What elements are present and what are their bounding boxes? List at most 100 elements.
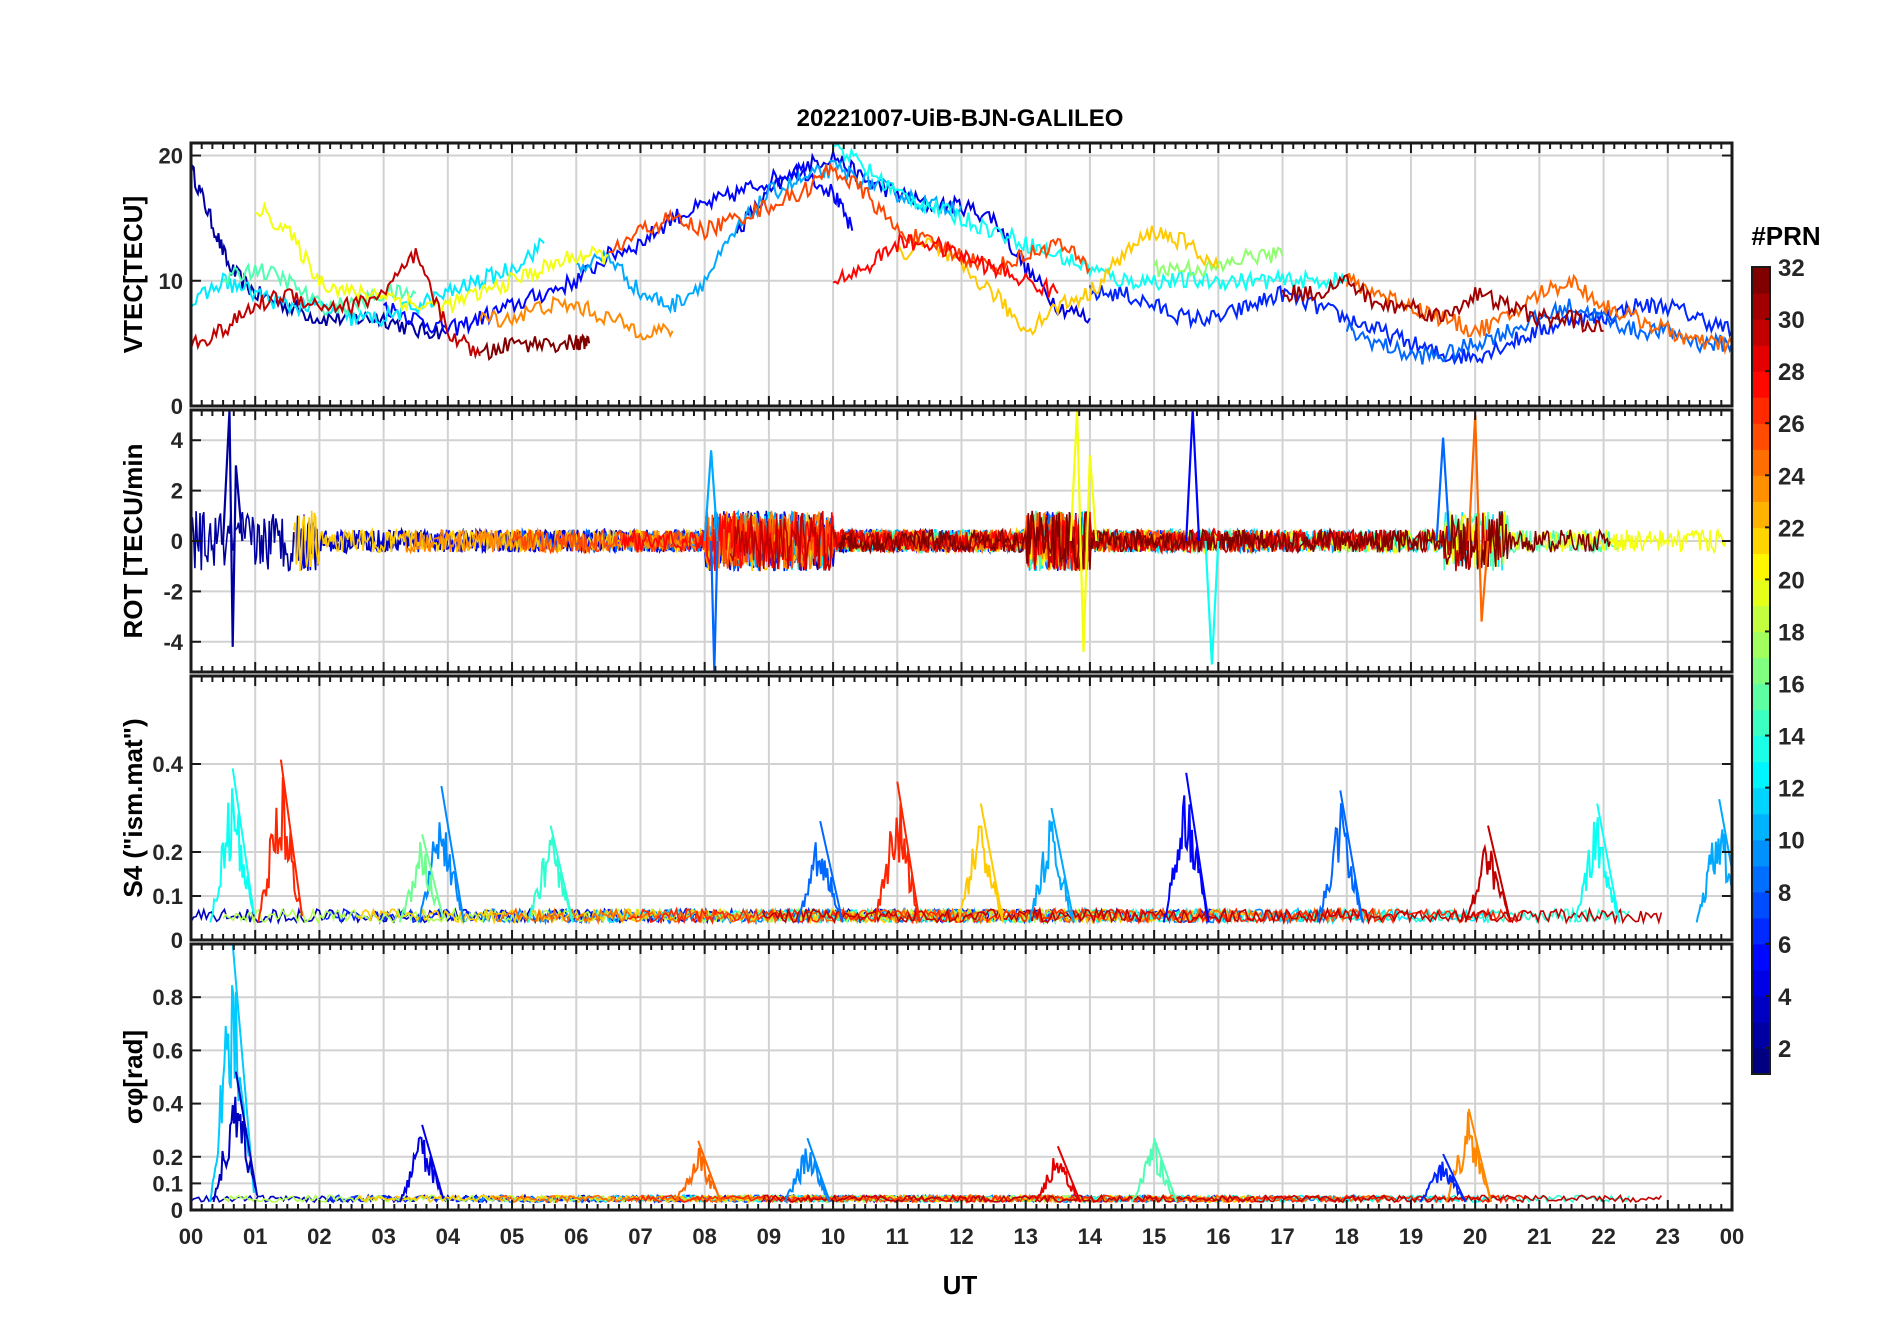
x-tick-label: 00 xyxy=(179,1224,203,1249)
y-tick-label: 0.2 xyxy=(152,1145,183,1170)
y-tick-label: -4 xyxy=(163,630,183,655)
x-tick-label: 00 xyxy=(1720,1224,1744,1249)
x-tick-label: 14 xyxy=(1078,1224,1103,1249)
vtec-line-prn-32 xyxy=(479,333,591,362)
colorbar-segment xyxy=(1752,293,1770,320)
colorbar-segment xyxy=(1752,943,1770,971)
sigma_phi-peak-prn-9 xyxy=(783,1137,831,1203)
s4-peak-prn-5 xyxy=(1162,772,1210,923)
y-tick-label: 0.4 xyxy=(152,752,183,777)
y-tick-label: 0.2 xyxy=(152,840,183,865)
colorbar-segment xyxy=(1752,579,1770,607)
colorbar-tick-label: 28 xyxy=(1778,359,1805,386)
x-tick-label: 20 xyxy=(1463,1224,1487,1249)
colorbar-segment xyxy=(1752,813,1770,841)
colorbar-segment xyxy=(1752,1021,1770,1049)
y-tick-label: 4 xyxy=(171,428,184,453)
x-tick-label: 12 xyxy=(949,1224,973,1249)
colorbar-segment xyxy=(1752,969,1770,997)
colorbar-tick-label: 22 xyxy=(1778,515,1805,542)
y-tick-label: 0.6 xyxy=(152,1038,183,1063)
colorbar-segment xyxy=(1752,501,1770,528)
colorbar-segment xyxy=(1752,657,1770,685)
s4-peak-prn-10 xyxy=(1695,799,1732,923)
colorbar-tick-label: 8 xyxy=(1778,880,1791,907)
colorbar-tick-label: 14 xyxy=(1778,724,1805,751)
colorbar-tick-label: 32 xyxy=(1778,255,1805,282)
y-tick-label: 2 xyxy=(171,479,183,504)
y-axis-label: σφ[rad] xyxy=(118,1030,148,1124)
y-tick-label: 20 xyxy=(159,144,183,169)
colorbar-tick-label: 12 xyxy=(1778,776,1805,803)
panels: 01020VTEC[TECU]-4-2024ROT [TECU/min00.10… xyxy=(118,141,1744,1249)
x-tick-label: 04 xyxy=(436,1224,461,1249)
vtec-line-prn-4 xyxy=(735,151,1091,324)
figure: 20221007-UiB-BJN-GALILEO 01020VTEC[TECU]… xyxy=(118,105,1821,1300)
rot-spike-prn-13 xyxy=(1204,540,1220,665)
colorbar-segment xyxy=(1752,267,1770,294)
s4-peak-prn-14 xyxy=(527,825,574,923)
s4-peak-prn-13 xyxy=(1573,803,1621,923)
s4-peak-prn-27 xyxy=(257,759,304,923)
panel-s4: 0 0.1 0.2 0.4S4 ("ism.mat") xyxy=(118,674,1734,953)
x-tick-label: 21 xyxy=(1527,1224,1551,1249)
colorbar-tick-label: 6 xyxy=(1778,932,1791,959)
colorbar-tick-label: 10 xyxy=(1778,828,1805,855)
colorbar-segment xyxy=(1752,553,1770,580)
x-tick-label: 01 xyxy=(243,1224,267,1249)
colorbar-segment xyxy=(1752,423,1770,450)
x-tick-label: 03 xyxy=(371,1224,395,1249)
colorbar-title: #PRN xyxy=(1751,221,1820,251)
sigma_phi-peak-prn-29 xyxy=(1034,1145,1082,1203)
s4-peak-prn-8 xyxy=(1316,790,1364,923)
y-tick-label: 0 xyxy=(171,1198,183,1223)
colorbar-segment xyxy=(1752,475,1770,502)
colorbar-tick-label: 26 xyxy=(1778,411,1805,438)
y-tick-label: 0 xyxy=(171,394,183,419)
x-tick-label: 11 xyxy=(886,1224,909,1249)
figure-title: 20221007-UiB-BJN-GALILEO xyxy=(797,105,1124,132)
colorbar-segment xyxy=(1752,995,1770,1023)
rot-spike-prn-10 xyxy=(703,450,719,542)
x-tick-label: 10 xyxy=(821,1224,845,1249)
colorbar-segment xyxy=(1752,631,1770,659)
panel-vtec: 0 10 20 VTEC[TECU] xyxy=(118,141,1734,419)
colorbar-segment xyxy=(1752,449,1770,476)
rot-spike-prn-8 xyxy=(1435,437,1451,542)
s4-peak-prn-22 xyxy=(957,803,1005,923)
x-tick-label: 06 xyxy=(564,1224,588,1249)
colorbar-tick-label: 30 xyxy=(1778,307,1805,334)
y-tick-label: 0.1 xyxy=(152,1171,183,1196)
y-tick-label: 10 xyxy=(159,269,183,294)
colorbar-tick-label: 18 xyxy=(1778,619,1805,646)
colorbar-segment xyxy=(1752,891,1770,919)
y-tick-label: 0.8 xyxy=(152,985,183,1010)
x-tick-label: 22 xyxy=(1591,1224,1615,1249)
x-tick-label: 08 xyxy=(692,1224,716,1249)
colorbar-tick-label: 16 xyxy=(1778,672,1805,699)
y-tick-label: 0 xyxy=(171,928,183,953)
y-axis-label: VTEC[TECU] xyxy=(118,196,148,353)
sigma_phi-peak-prn-4 xyxy=(398,1124,445,1203)
colorbar-segment xyxy=(1752,345,1770,372)
y-tick-label: 0 xyxy=(171,529,183,554)
x-tick-label: 07 xyxy=(628,1224,652,1249)
y-tick-label: 0.1 xyxy=(152,884,183,909)
colorbar-tick-label: 4 xyxy=(1778,984,1792,1011)
colorbar-segment xyxy=(1752,709,1770,737)
x-tick-label: 18 xyxy=(1335,1224,1359,1249)
colorbar-segment xyxy=(1752,683,1770,711)
panel-rot: -4 -2 0 2 4 ROT [TECU/min xyxy=(118,408,1734,674)
s4-series xyxy=(191,759,1732,926)
colorbar-segment xyxy=(1752,397,1770,424)
x-tick-label: 02 xyxy=(307,1224,331,1249)
s4-peak-prn-10 xyxy=(1027,807,1075,923)
y-axis-label: ROT [TECU/min xyxy=(118,444,148,639)
x-tick-label: 15 xyxy=(1142,1224,1166,1249)
x-tick-label: 19 xyxy=(1399,1224,1423,1249)
x-tick-label: 09 xyxy=(757,1224,781,1249)
x-tick-label: 16 xyxy=(1206,1224,1230,1249)
colorbar-segment xyxy=(1752,787,1770,815)
colorbar-tick-label: 2 xyxy=(1778,1036,1791,1063)
colorbar: 2468101214161820222426283032 xyxy=(1751,255,1805,1075)
